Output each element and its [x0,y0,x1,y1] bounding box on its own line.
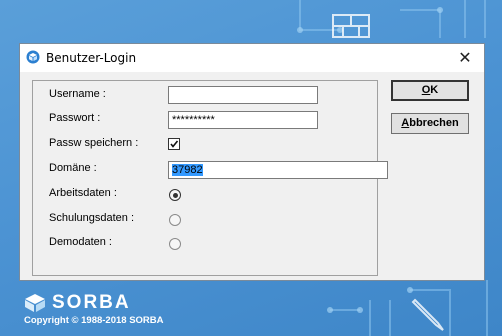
arbeitsdaten-radio[interactable] [169,189,181,201]
close-button[interactable]: ✕ [446,44,484,72]
schulungsdaten-label: Schulungsdaten : [49,212,135,224]
brick-wall-icon [332,14,370,38]
form-panel: Username : Passwort : ********** Passw s… [32,80,388,276]
username-input[interactable] [168,86,318,104]
domain-input[interactable]: 37982 [168,161,388,179]
sorba-logo: SORBA [24,292,131,314]
title-bar[interactable]: Benutzer-Login ✕ [20,44,484,72]
demodaten-label: Demodaten : [49,236,112,248]
copyright-text: Copyright © 1988-2018 SORBA [24,315,164,326]
username-label: Username : [49,88,106,100]
ok-button[interactable]: OK [391,80,469,101]
demodaten-radio[interactable] [169,238,181,250]
save-password-checkbox[interactable] [168,138,180,150]
password-label: Passwort : [49,112,101,124]
dialog-title: Benutzer-Login [46,51,137,65]
pencil-icon [411,298,444,331]
app-icon [26,50,40,64]
cancel-button[interactable]: Abbrechen [391,113,469,134]
save-password-label: Passw speichern : [49,137,139,149]
arbeitsdaten-label: Arbeitsdaten : [49,187,117,199]
logo-text: SORBA [52,292,131,313]
password-input[interactable]: ********** [168,111,318,129]
close-icon: ✕ [458,50,472,67]
checkmark-icon [170,140,179,148]
domain-label: Domäne : [49,162,97,174]
cube-logo-icon [25,294,45,312]
domain-value: 37982 [172,164,203,176]
login-dialog: Benutzer-Login ✕ Username : Passwort : *… [19,43,485,281]
schulungsdaten-radio[interactable] [169,214,181,226]
